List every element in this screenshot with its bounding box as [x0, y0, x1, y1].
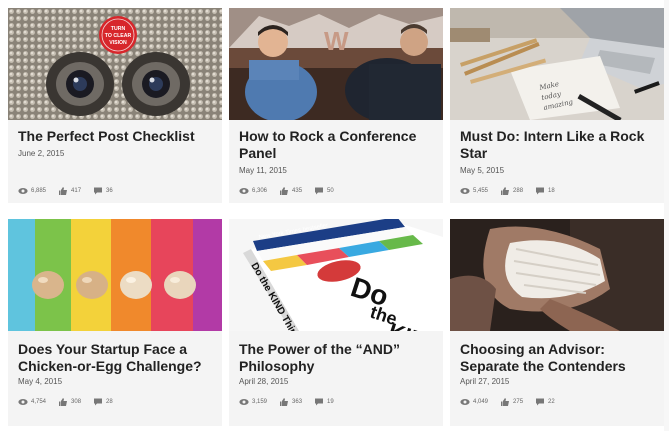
article-title[interactable]: The Power of the “AND” Philosophy	[239, 341, 439, 375]
article-title[interactable]: Must Do: Intern Like a Rock Star	[460, 128, 660, 162]
comment-icon	[314, 398, 324, 406]
article-date: June 2, 2015	[18, 149, 65, 158]
article-stats: 6,306 435 50	[239, 186, 346, 196]
svg-text:W: W	[324, 26, 349, 56]
eye-icon	[18, 187, 28, 195]
comment-icon	[314, 187, 324, 195]
thumbs-up-icon	[58, 398, 68, 406]
comment-icon	[93, 398, 103, 406]
likes-count: 275	[513, 399, 524, 405]
comment-icon	[535, 187, 545, 195]
svg-text:TO CLEAR: TO CLEAR	[105, 33, 132, 39]
article-stats: 4,049 275 22	[460, 397, 567, 407]
thumbs-up-icon	[279, 398, 289, 406]
thumbs-up-icon	[500, 187, 510, 195]
page-right-edge	[664, 0, 669, 431]
thumbs-up-icon	[279, 187, 289, 195]
views-count: 6,306	[252, 188, 268, 194]
article-stats: 3,159 363 19	[239, 397, 346, 407]
eye-icon	[460, 398, 470, 406]
article-thumbnail-desk[interactable]: Make today amazing	[450, 8, 664, 120]
likes-count: 417	[71, 188, 82, 194]
comment-icon	[93, 187, 103, 195]
views-count: 3,159	[252, 399, 268, 405]
article-date: April 27, 2015	[460, 377, 510, 386]
comments-count: 28	[106, 399, 113, 405]
likes-count: 308	[71, 399, 82, 405]
article-date: May 5, 2015	[460, 166, 505, 175]
comment-icon	[535, 398, 545, 406]
eye-icon	[460, 187, 470, 195]
article-card[interactable]: Make today amazing Must Do: Intern Like …	[450, 8, 664, 203]
article-thumbnail-book[interactable]: New York Times bestseller Do the KIND Do…	[229, 219, 443, 331]
article-date: May 11, 2015	[239, 166, 287, 175]
article-title[interactable]: The Perfect Post Checklist	[18, 128, 218, 145]
article-thumbnail-boxer-hands[interactable]	[450, 219, 664, 331]
svg-text:TURN: TURN	[111, 26, 126, 32]
article-card[interactable]: W How to Rock a Conference Panel May 11,…	[229, 8, 443, 203]
eye-icon	[239, 187, 249, 195]
article-date: May 4, 2015	[18, 377, 63, 386]
comments-count: 36	[106, 188, 113, 194]
views-count: 4,049	[473, 399, 489, 405]
views-count: 4,754	[31, 399, 47, 405]
article-stats: 4,754 308 28	[18, 397, 125, 407]
article-stats: 5,455 288 18	[460, 186, 567, 196]
eye-icon	[239, 398, 249, 406]
thumbs-up-icon	[58, 187, 68, 195]
article-title[interactable]: How to Rock a Conference Panel	[239, 128, 439, 162]
article-thumbnail-eggs[interactable]	[8, 219, 222, 331]
comments-count: 19	[327, 399, 334, 405]
comments-count: 18	[548, 188, 555, 194]
views-count: 6,885	[31, 188, 47, 194]
article-thumbnail-conference[interactable]: W	[229, 8, 443, 120]
article-card[interactable]: TURN TO CLEAR VISION The Perfect Post Ch…	[8, 8, 222, 203]
article-thumbnail-binoculars[interactable]: TURN TO CLEAR VISION	[8, 8, 222, 120]
article-title[interactable]: Choosing an Advisor: Separate the Conten…	[460, 341, 660, 375]
thumbs-up-icon	[500, 398, 510, 406]
views-count: 5,455	[473, 188, 489, 194]
likes-count: 363	[292, 399, 303, 405]
article-title[interactable]: Does Your Startup Face a Chicken-or-Egg …	[18, 341, 218, 375]
likes-count: 435	[292, 188, 303, 194]
article-card[interactable]: New York Times bestseller Do the KIND Do…	[229, 219, 443, 426]
likes-count: 288	[513, 188, 524, 194]
article-grid: TURN TO CLEAR VISION The Perfect Post Ch…	[0, 0, 669, 431]
article-card[interactable]: Does Your Startup Face a Chicken-or-Egg …	[8, 219, 222, 426]
eye-icon	[18, 398, 28, 406]
comments-count: 22	[548, 399, 555, 405]
article-stats: 6,885 417 36	[18, 186, 125, 196]
article-date: April 28, 2015	[239, 377, 289, 386]
comments-count: 50	[327, 188, 334, 194]
svg-text:VISION: VISION	[109, 40, 127, 46]
article-card[interactable]: Choosing an Advisor: Separate the Conten…	[450, 219, 664, 426]
